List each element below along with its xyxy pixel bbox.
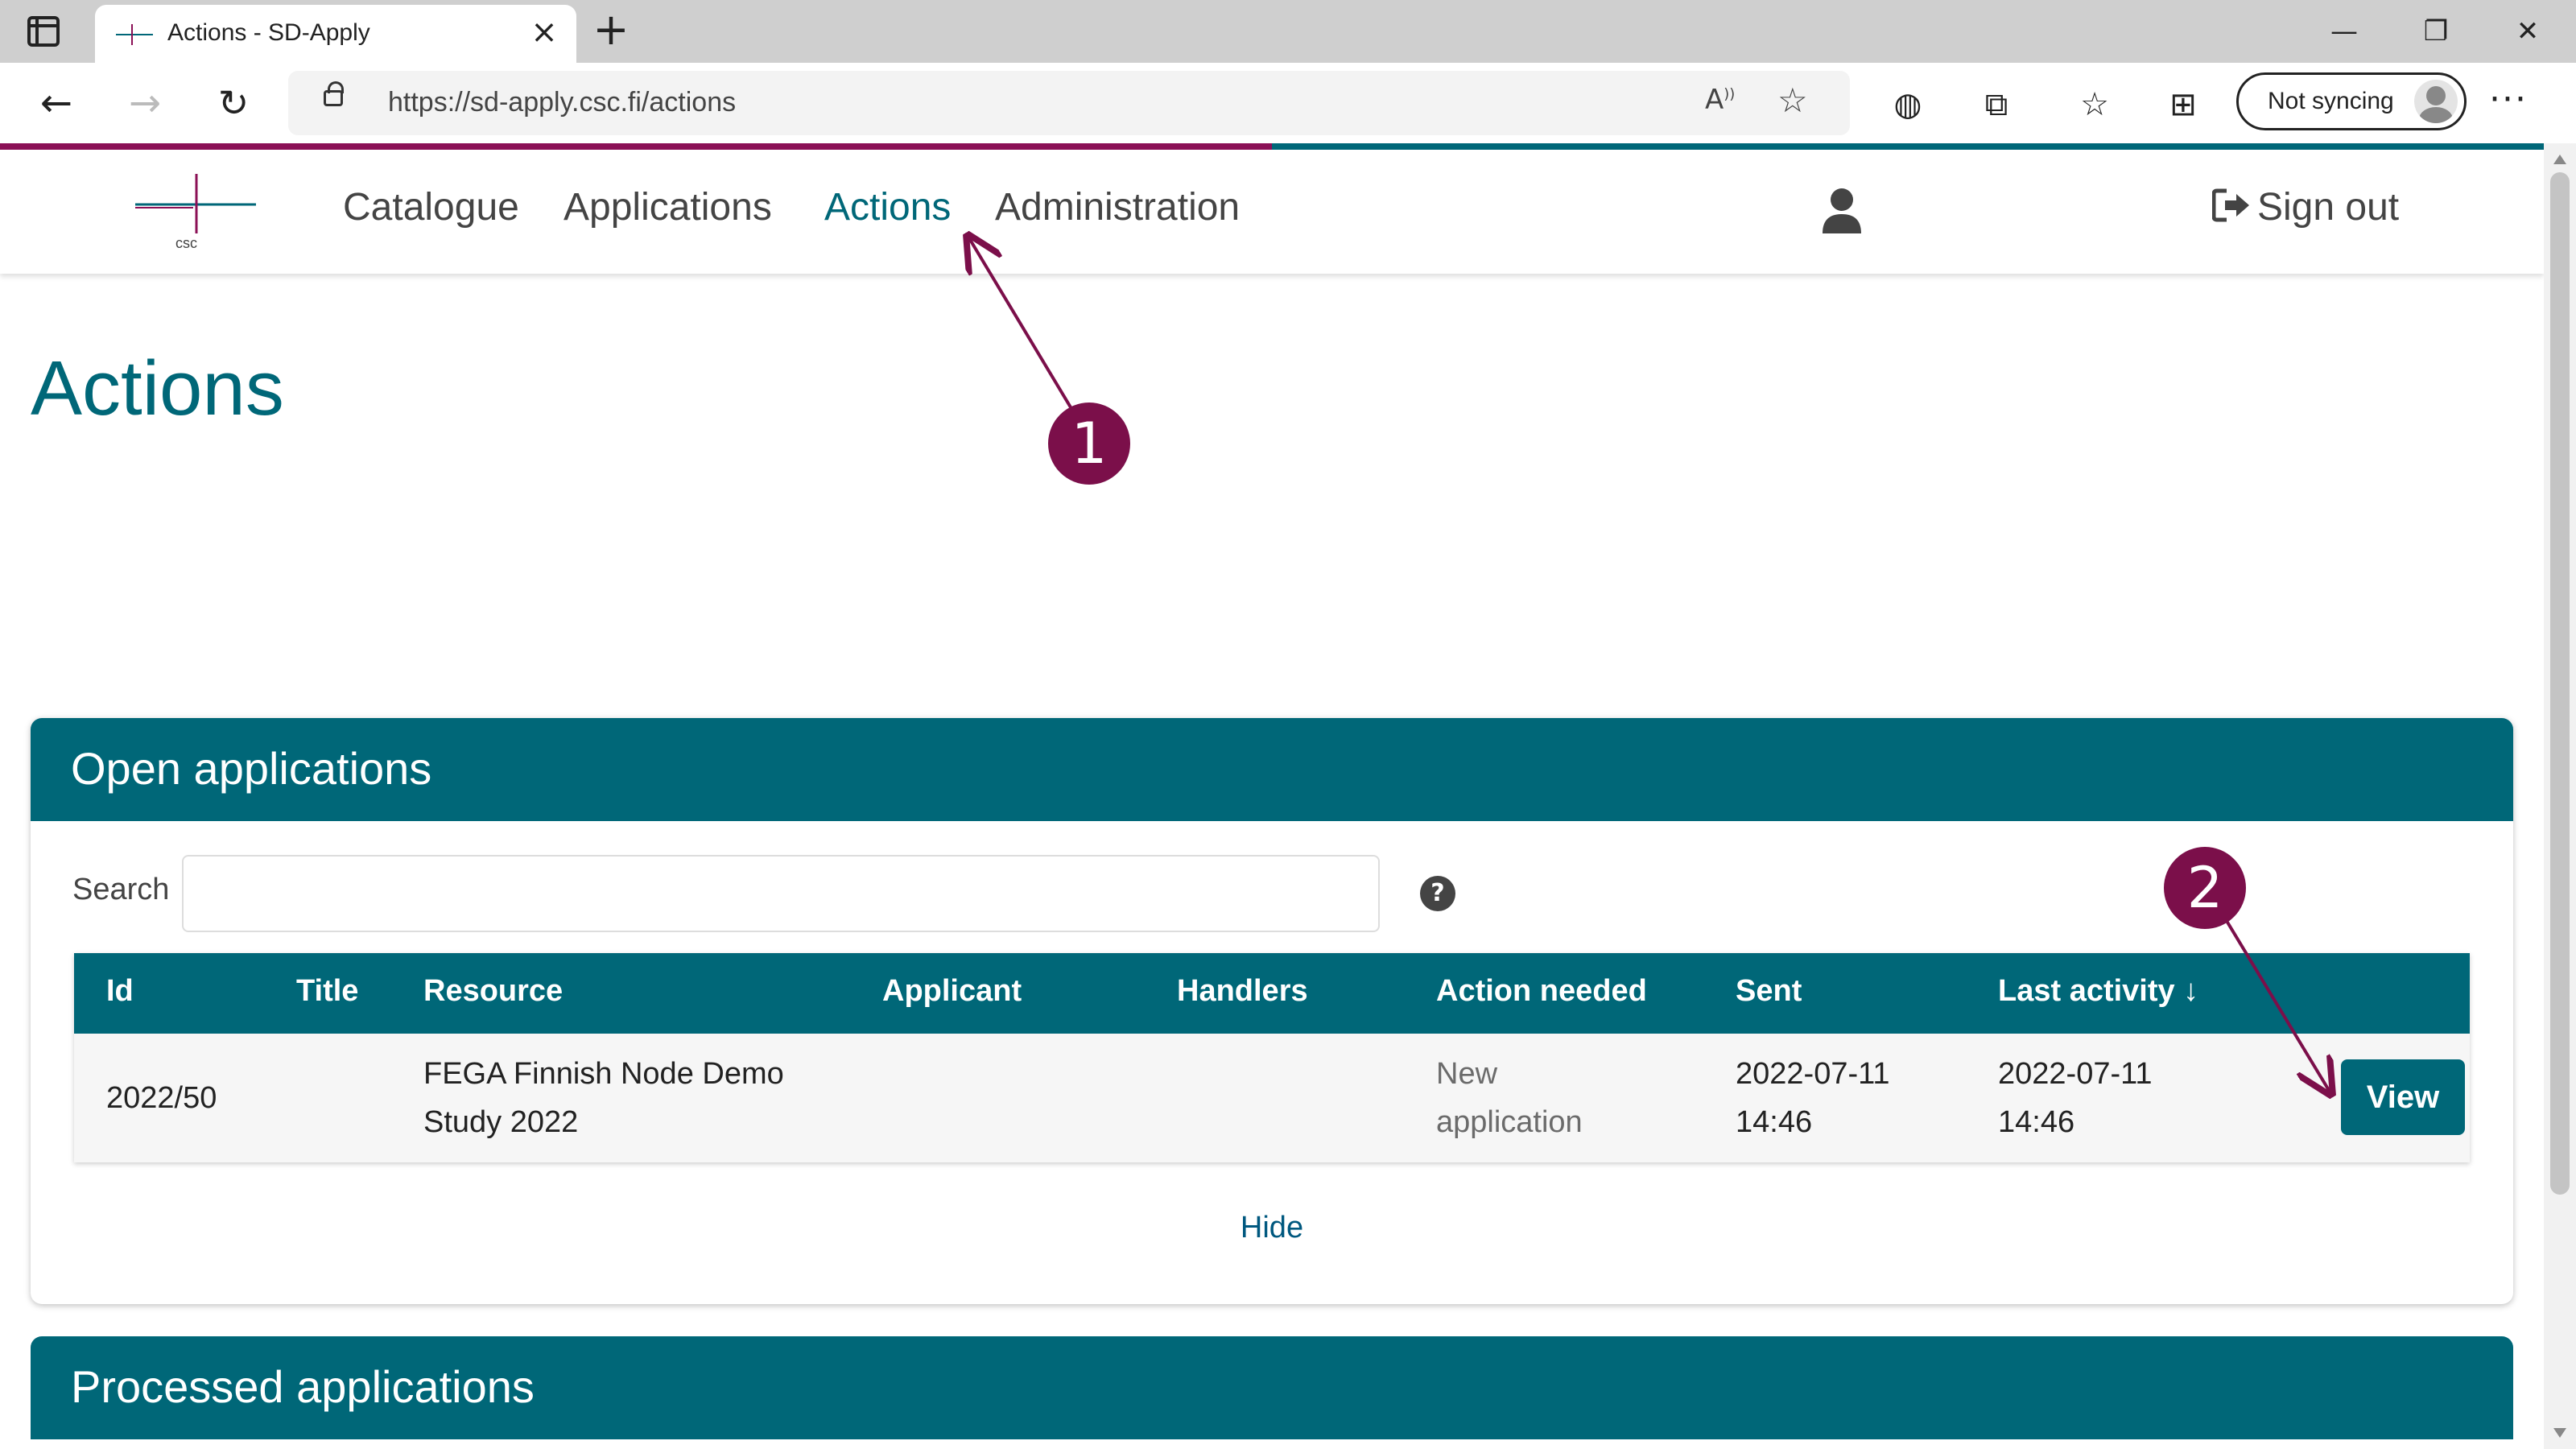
help-icon[interactable]: ? [1420, 876, 1455, 911]
close-icon[interactable]: × [525, 13, 564, 52]
annotation-marker-1: 1 [1048, 402, 1130, 485]
accent-bar-teal [1272, 143, 2544, 150]
cell-last-activity-date: 2022-07-11 [1998, 1057, 2153, 1091]
annotation-marker-2: 2 [2164, 847, 2246, 929]
back-icon[interactable]: ← [31, 77, 82, 129]
more-icon[interactable]: ··· [2489, 79, 2528, 120]
open-applications-title: Open applications [71, 743, 432, 794]
cell-last-activity: 2022-07-11 14:46 [1998, 1050, 2153, 1146]
favorites-icon[interactable]: ☆ [2070, 80, 2119, 129]
column-header-title[interactable]: Title [296, 974, 358, 1009]
reload-icon[interactable]: ↻ [208, 77, 259, 129]
cell-action-line: New [1436, 1057, 1498, 1091]
page-title: Actions [31, 345, 284, 431]
sign-out-link[interactable]: Sign out [2212, 185, 2399, 229]
minimize-icon[interactable]: — [2312, 11, 2376, 52]
view-button[interactable]: View [2341, 1059, 2465, 1135]
table-header: Id Title Resource Applicant Handlers Act… [74, 953, 2470, 1034]
scroll-down-arrow-icon[interactable] [2553, 1428, 2566, 1438]
sidebar-toggle-icon[interactable] [27, 16, 60, 47]
accent-bar-magenta [0, 143, 1272, 150]
cell-resource-line: Study 2022 [423, 1105, 579, 1139]
sign-out-icon [2212, 188, 2249, 222]
vertical-scrollbar[interactable] [2544, 143, 2576, 1449]
extensions-icon[interactable]: ⧉ [1972, 80, 2021, 129]
forward-icon[interactable]: → [119, 77, 171, 129]
column-header-last-activity[interactable]: Last activity ↓ [1998, 974, 2198, 1009]
nav-link-actions[interactable]: Actions [824, 185, 951, 229]
browser-tab-bar: Actions - SD-Apply × + — ❐ ✕ [0, 0, 2576, 63]
browser-tab[interactable]: Actions - SD-Apply × [95, 5, 576, 63]
nav-link-applications[interactable]: Applications [564, 185, 772, 229]
cell-sent-time: 14:46 [1736, 1105, 1813, 1139]
profile-avatar [2414, 80, 2458, 123]
user-icon[interactable] [1821, 187, 1863, 235]
close-window-icon[interactable]: ✕ [2496, 11, 2560, 52]
read-aloud-icon[interactable]: A)) [1705, 84, 1735, 116]
maximize-icon[interactable]: ❐ [2404, 11, 2468, 52]
profile-sync-button[interactable]: Not syncing [2236, 72, 2467, 130]
processed-applications-header[interactable]: Processed applications [31, 1336, 2513, 1439]
scrollbar-thumb[interactable] [2550, 172, 2570, 1195]
processed-applications-card: Processed applications [31, 1336, 2513, 1449]
open-applications-header: Open applications [31, 718, 2513, 821]
tab-title: Actions - SD-Apply [167, 19, 370, 46]
column-header-last-activity-label: Last activity [1998, 974, 2175, 1008]
sign-out-label: Sign out [2257, 186, 2400, 229]
column-header-resource[interactable]: Resource [423, 974, 563, 1009]
processed-applications-title: Processed applications [71, 1361, 535, 1412]
cell-id: 2022/50 [106, 1081, 217, 1115]
sync-label: Not syncing [2268, 88, 2394, 114]
address-bar[interactable]: https://sd-apply.csc.fi/actions A)) ☆ [288, 71, 1850, 135]
column-header-action-needed[interactable]: Action needed [1436, 974, 1647, 1009]
column-header-applicant[interactable]: Applicant [882, 974, 1022, 1009]
nav-link-administration[interactable]: Administration [995, 185, 1240, 229]
globe-icon[interactable]: ◍ [1884, 80, 1932, 129]
cell-resource: FEGA Finnish Node Demo Study 2022 [423, 1050, 784, 1146]
page-viewport: csc Catalogue Applications Actions Admin… [0, 143, 2544, 1449]
cell-resource-line: FEGA Finnish Node Demo [423, 1057, 784, 1091]
cell-sent-date: 2022-07-11 [1736, 1057, 1890, 1091]
applications-table: Id Title Resource Applicant Handlers Act… [74, 953, 2470, 1162]
cell-last-activity-time: 14:46 [1998, 1105, 2075, 1139]
sort-arrow-down-icon: ↓ [2183, 974, 2199, 1008]
collections-icon[interactable]: ⊞ [2159, 80, 2207, 129]
cell-action-needed: New application [1436, 1050, 1583, 1146]
plus-icon[interactable]: + [591, 8, 631, 52]
csc-favicon-icon [116, 24, 153, 45]
cell-action-line: application [1436, 1105, 1583, 1139]
add-favorite-icon[interactable]: ☆ [1777, 80, 1808, 120]
hide-link[interactable]: Hide [31, 1211, 2513, 1245]
column-header-id[interactable]: Id [106, 974, 134, 1009]
column-header-handlers[interactable]: Handlers [1177, 974, 1308, 1009]
column-header-sent[interactable]: Sent [1736, 974, 1802, 1009]
open-applications-card: Open applications Search ? Id Title Reso… [31, 718, 2513, 1304]
nav-link-catalogue[interactable]: Catalogue [343, 185, 519, 229]
browser-toolbar: ← → ↻ https://sd-apply.csc.fi/actions A)… [0, 63, 2576, 143]
site-navbar: csc Catalogue Applications Actions Admin… [0, 150, 2544, 274]
lock-icon[interactable] [324, 81, 344, 106]
table-row: 2022/50 FEGA Finnish Node Demo Study 202… [74, 1034, 2470, 1162]
search-input[interactable] [182, 855, 1380, 932]
csc-logo[interactable]: csc [135, 174, 256, 251]
search-label: Search [72, 873, 170, 906]
cell-sent: 2022-07-11 14:46 [1736, 1050, 1890, 1146]
svg-text:csc: csc [175, 235, 197, 251]
url-text[interactable]: https://sd-apply.csc.fi/actions [388, 87, 736, 118]
scroll-up-arrow-icon[interactable] [2553, 155, 2566, 164]
